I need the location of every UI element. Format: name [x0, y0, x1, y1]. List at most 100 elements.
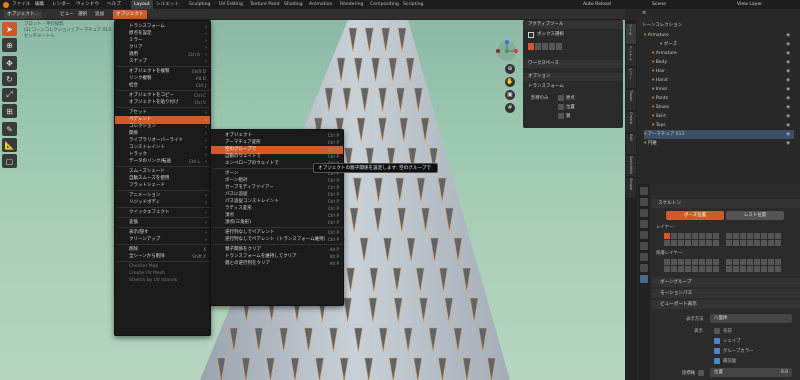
view-layer-selector[interactable]: View Layer: [737, 0, 762, 9]
layer-toggle[interactable]: [726, 233, 732, 239]
layer-toggle[interactable]: [747, 266, 753, 272]
output-tab-icon[interactable]: [640, 209, 648, 217]
parent-menu-item[interactable]: 親との逆行列をクリア Alt P: [211, 260, 343, 268]
visibility-eye-icon[interactable]: ◉: [786, 85, 790, 94]
menu-render[interactable]: レンダー: [52, 0, 70, 9]
layer-toggle[interactable]: [775, 240, 781, 246]
mode-subtract-icon[interactable]: [542, 43, 548, 50]
viewport-display-section[interactable]: ビューポート表示: [652, 300, 800, 309]
layer-toggle[interactable]: [726, 259, 732, 265]
object-menu-item[interactable]: フラットシェード: [115, 182, 210, 190]
workspace-tab-layout[interactable]: Layout: [131, 0, 153, 9]
visibility-eye-icon[interactable]: ◉: [786, 112, 790, 121]
axes-position-field[interactable]: 位置 0.0: [710, 368, 792, 377]
menu-add[interactable]: 追加: [95, 9, 104, 20]
layer-toggle[interactable]: [664, 233, 670, 239]
rotate-tool-icon[interactable]: ↻: [2, 72, 17, 86]
layer-toggle[interactable]: [740, 233, 746, 239]
layer-toggle[interactable]: [671, 233, 677, 239]
layer-toggle[interactable]: [699, 233, 705, 239]
layer-toggle[interactable]: [685, 240, 691, 246]
transform-tool-icon[interactable]: ⊞: [2, 104, 17, 118]
menu-window[interactable]: ウィンドウ: [76, 0, 99, 9]
layer-toggle[interactable]: [706, 233, 712, 239]
layer-toggle[interactable]: [754, 266, 760, 272]
layer-toggle[interactable]: [671, 259, 677, 265]
mode-extend-icon[interactable]: [535, 43, 541, 50]
render-tab-icon[interactable]: [640, 198, 648, 206]
sidebar-tab[interactable]: Tissue: [626, 90, 636, 110]
layer-toggle[interactable]: [726, 240, 732, 246]
object-menu-item[interactable]: 変換 ›: [115, 219, 210, 227]
mode-new-icon[interactable]: [528, 43, 534, 50]
outliner-row[interactable]: ▾ Inner ◉: [652, 85, 794, 94]
layer-toggle[interactable]: [747, 233, 753, 239]
blender-logo-icon[interactable]: [3, 1, 9, 8]
visibility-eye-icon[interactable]: ◉: [786, 139, 790, 148]
scale-tool-icon[interactable]: ⤢: [2, 88, 17, 102]
object-menu-item[interactable]: 全シーンから削除 Shift X: [115, 253, 210, 261]
layer-toggle[interactable]: [699, 240, 705, 246]
mode-invert-icon[interactable]: [549, 43, 555, 50]
visibility-eye-icon[interactable]: ◉: [786, 121, 790, 130]
object-menu-item[interactable]: リジッドボディ ›: [115, 199, 210, 207]
layer-toggle[interactable]: [775, 266, 781, 272]
mode-dropdown[interactable]: オブジェクト...: [4, 10, 42, 19]
world-tab-icon[interactable]: [640, 231, 648, 239]
select-box-tool-icon[interactable]: ➤: [2, 22, 17, 36]
layer-toggle[interactable]: [761, 240, 767, 246]
visibility-eye-icon[interactable]: ◉: [786, 76, 790, 85]
grid-icon[interactable]: #: [505, 103, 515, 113]
visibility-eye-icon[interactable]: ◉: [786, 58, 790, 67]
affect-location-checkbox[interactable]: [558, 104, 564, 110]
workspace-tab-rendering[interactable]: Rendering: [337, 0, 366, 9]
bone-layers-grid[interactable]: [664, 233, 784, 247]
workspace-tab-texture-paint[interactable]: Texture Paint: [247, 0, 283, 9]
outliner-row[interactable]: ▾ アーマチュア.013 ◉: [644, 130, 794, 139]
outliner-row[interactable]: ▾ Pants ◉: [652, 94, 794, 103]
transform-subheader[interactable]: トランスフォーム: [523, 83, 623, 91]
workspace-tab-silhouette[interactable]: シルエット: [153, 0, 182, 9]
workspace-tab-scripting[interactable]: Scripting: [400, 0, 426, 9]
annotate-tool-icon[interactable]: ✎: [2, 122, 17, 136]
layer-toggle[interactable]: [706, 266, 712, 272]
outliner-filter-icon[interactable]: ≡: [642, 10, 646, 16]
outliner-row[interactable]: ▾ Tops ◉: [652, 121, 794, 130]
layer-toggle[interactable]: [775, 259, 781, 265]
layer-toggle[interactable]: [761, 259, 767, 265]
layer-toggle[interactable]: [754, 240, 760, 246]
motion-paths-section[interactable]: モーションパス: [652, 289, 800, 298]
options-header[interactable]: オプション: [523, 73, 623, 81]
parent-menu-item[interactable]: 逆行列なしでペアレント（トランスフォーム維持） Ctrl P: [211, 236, 343, 244]
cursor-tool-icon[interactable]: ⊕: [2, 38, 17, 52]
layer-toggle[interactable]: [768, 233, 774, 239]
zoom-icon[interactable]: ⊕: [505, 64, 515, 74]
visibility-eye-icon[interactable]: ◉: [786, 130, 790, 139]
menu-file[interactable]: ファイル: [12, 0, 30, 9]
measure-tool-icon[interactable]: 📐: [2, 138, 17, 152]
layer-toggle[interactable]: [740, 259, 746, 265]
show-option-checkbox[interactable]: [714, 348, 720, 354]
layer-toggle[interactable]: [706, 240, 712, 246]
outliner-row[interactable]: ▾ Armature ◉: [652, 49, 794, 58]
active-tool-header[interactable]: アクティブツール: [523, 21, 623, 29]
workspace-tab-sculpting[interactable]: Sculpting: [186, 0, 213, 9]
layer-toggle[interactable]: [699, 266, 705, 272]
outliner-row[interactable]: ▾ Armature ◉: [644, 31, 794, 40]
affect-origin-checkbox[interactable]: [558, 95, 564, 101]
object-menu-item[interactable]: データのリンク/転送 Ctrl L ›: [115, 158, 210, 166]
axes-checkbox[interactable]: [698, 370, 704, 376]
visibility-eye-icon[interactable]: ◉: [786, 67, 790, 76]
layer-toggle[interactable]: [747, 240, 753, 246]
sidebar-tab[interactable]: アイテム: [626, 46, 636, 66]
layer-toggle[interactable]: [768, 240, 774, 246]
pan-hand-icon[interactable]: ✋: [505, 77, 515, 87]
layer-toggle[interactable]: [761, 233, 767, 239]
sidebar-tab[interactable]: Create: [626, 112, 636, 132]
rest-position-button[interactable]: レスト位置: [726, 211, 784, 220]
object-menu-item[interactable]: クリーンアップ ›: [115, 236, 210, 244]
layer-toggle[interactable]: [671, 240, 677, 246]
layer-toggle[interactable]: [692, 240, 698, 246]
workspace-tab-uv-editing[interactable]: UV Editing: [216, 0, 246, 9]
layer-toggle[interactable]: [685, 259, 691, 265]
